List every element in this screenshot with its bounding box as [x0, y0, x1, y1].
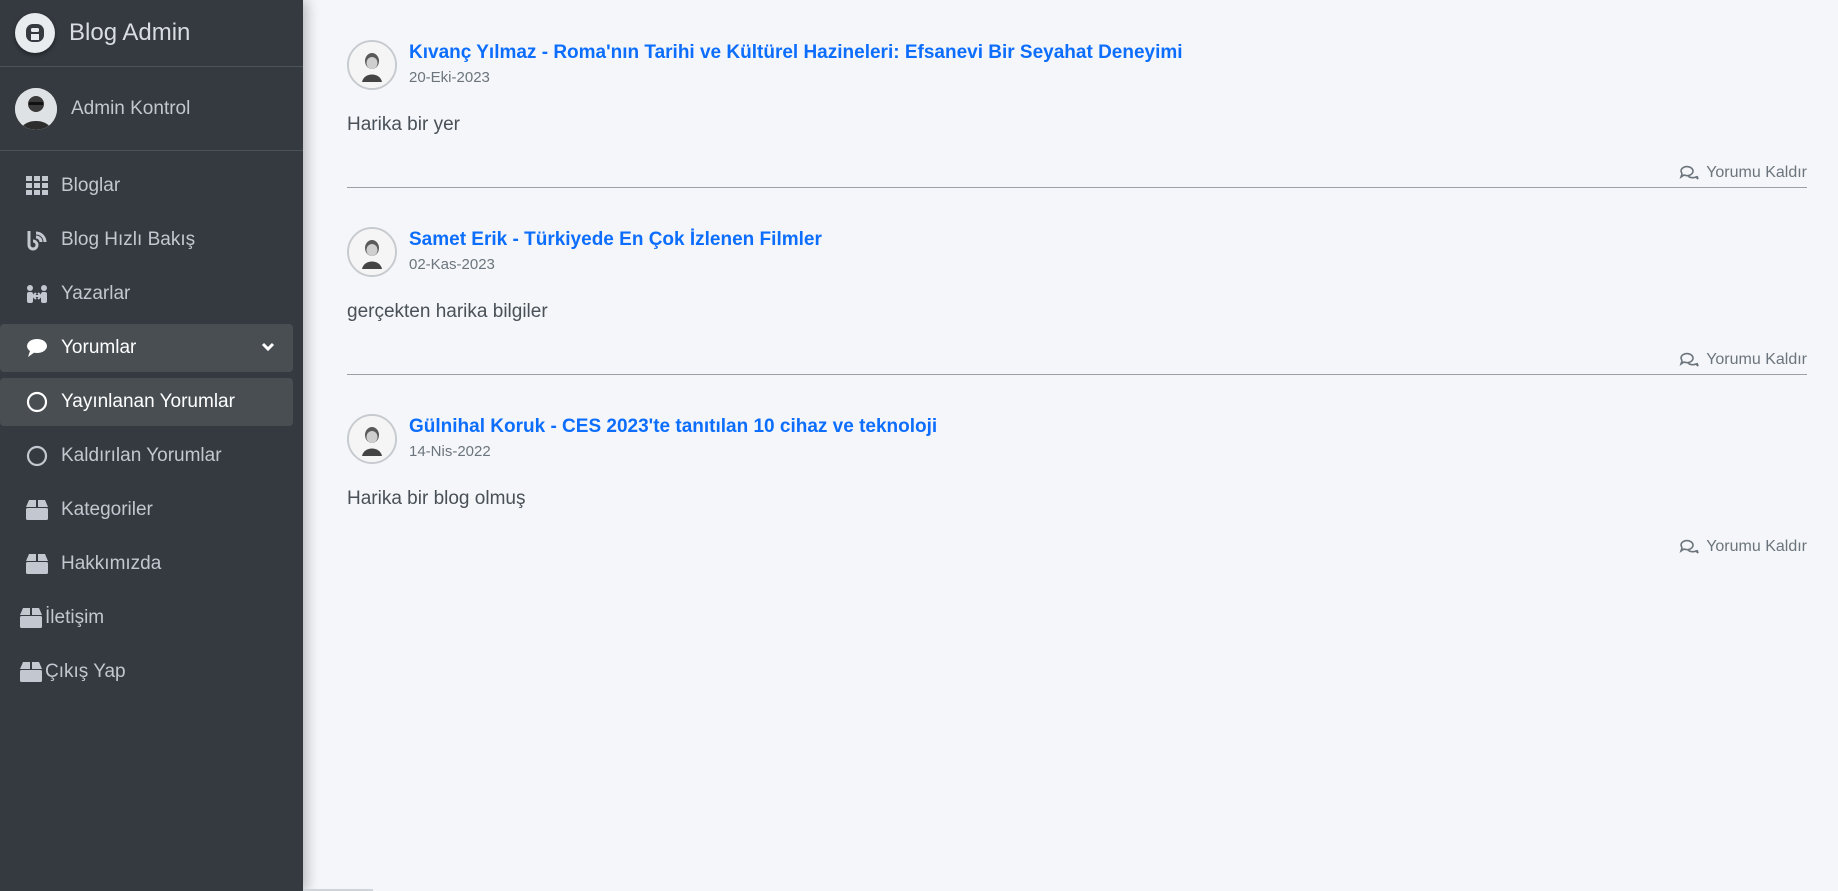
nav-label: Bloglar: [61, 175, 121, 196]
nav-item-authors[interactable]: Yazarlar: [0, 270, 293, 318]
nav-item-about[interactable]: Hakkımızda: [0, 540, 293, 588]
nav-item-comments[interactable]: Yorumlar: [0, 324, 293, 372]
nav-label: Yorumlar: [61, 337, 137, 358]
nav-label: Blog Hızlı Bakış: [61, 229, 196, 250]
remove-comment-button[interactable]: Yorumu Kaldır: [1679, 538, 1807, 556]
nav-label: Çıkış Yap: [45, 661, 126, 682]
circle-icon: [25, 390, 49, 414]
box-icon: [19, 606, 43, 630]
nav-label: Yazarlar: [61, 283, 131, 304]
comment-icon: [25, 336, 49, 360]
comments-icon: [1679, 352, 1699, 367]
chevron-down-icon: [261, 338, 275, 360]
nav-item-removed-comments[interactable]: Kaldırılan Yorumlar: [0, 432, 293, 480]
comment-post-link[interactable]: Kıvanç Yılmaz - Roma'nın Tarihi ve Kültü…: [409, 42, 1183, 64]
nav-item-bloglar[interactable]: Bloglar: [0, 162, 293, 210]
comment-date: 20-Eki-2023: [409, 69, 490, 86]
user-name: Admin Kontrol: [71, 97, 191, 119]
avatar: [347, 40, 397, 90]
avatar: [347, 227, 397, 277]
comment-card: Samet Erik - Türkiyede En Çok İzlenen Fi…: [347, 187, 1807, 375]
comments-icon: [1679, 539, 1699, 554]
comments-list: Kıvanç Yılmaz - Roma'nın Tarihi ve Kültü…: [303, 0, 1838, 891]
comment-date: 14-Nis-2022: [409, 443, 491, 460]
comment-card: Gülnihal Koruk - CES 2023'te tanıtılan 1…: [347, 374, 1807, 561]
comment-post-link[interactable]: Samet Erik - Türkiyede En Çok İzlenen Fi…: [409, 229, 822, 251]
sidebar: Blog Admin Admin Kontrol Bloglar Blog Hı…: [0, 0, 303, 891]
nav-label: Yayınlanan Yorumlar: [61, 391, 235, 412]
remove-comment-label: Yorumu Kaldır: [1706, 351, 1807, 368]
circle-icon: [25, 444, 49, 468]
comment-text: gerçekten harika bilgiler: [347, 301, 548, 322]
remove-comment-button[interactable]: Yorumu Kaldır: [1679, 351, 1807, 369]
brand-title: Blog Admin: [69, 19, 191, 46]
avatar: [347, 414, 397, 464]
nav-label: Hakkımızda: [61, 553, 162, 574]
nav-label: Kategoriler: [61, 499, 153, 520]
nav-item-blog-quick-view[interactable]: Blog Hızlı Bakış: [0, 216, 293, 264]
nav-label: Kaldırılan Yorumlar: [61, 445, 222, 466]
brand-link[interactable]: Blog Admin: [0, 0, 303, 67]
sidebar-nav: Bloglar Blog Hızlı Bakış Yazarlar Yoruml…: [0, 162, 303, 696]
grid-icon: [25, 174, 49, 198]
nav-item-published-comments[interactable]: Yayınlanan Yorumlar: [0, 378, 293, 426]
brand-logo-icon: [15, 13, 55, 53]
comment-post-link[interactable]: Gülnihal Koruk - CES 2023'te tanıtılan 1…: [409, 416, 937, 438]
nav-item-categories[interactable]: Kategoriler: [0, 486, 293, 534]
box-icon: [25, 498, 49, 522]
nav-item-contact[interactable]: İletişim: [0, 594, 293, 642]
users-icon: [25, 282, 49, 306]
comment-text: Harika bir yer: [347, 114, 460, 135]
avatar: [15, 87, 57, 130]
box-icon: [19, 660, 43, 684]
comments-icon: [1679, 165, 1699, 180]
user-panel[interactable]: Admin Kontrol: [0, 67, 303, 151]
blog-rss-icon: [25, 228, 49, 252]
box-icon: [25, 552, 49, 576]
comment-date: 02-Kas-2023: [409, 256, 495, 273]
remove-comment-button[interactable]: Yorumu Kaldır: [1679, 164, 1807, 182]
comment-card: Kıvanç Yılmaz - Roma'nın Tarihi ve Kültü…: [347, 0, 1807, 188]
comment-text: Harika bir blog olmuş: [347, 488, 526, 509]
nav-label: İletişim: [45, 607, 105, 628]
remove-comment-label: Yorumu Kaldır: [1706, 538, 1807, 555]
remove-comment-label: Yorumu Kaldır: [1706, 164, 1807, 181]
nav-item-logout[interactable]: Çıkış Yap: [0, 648, 293, 696]
